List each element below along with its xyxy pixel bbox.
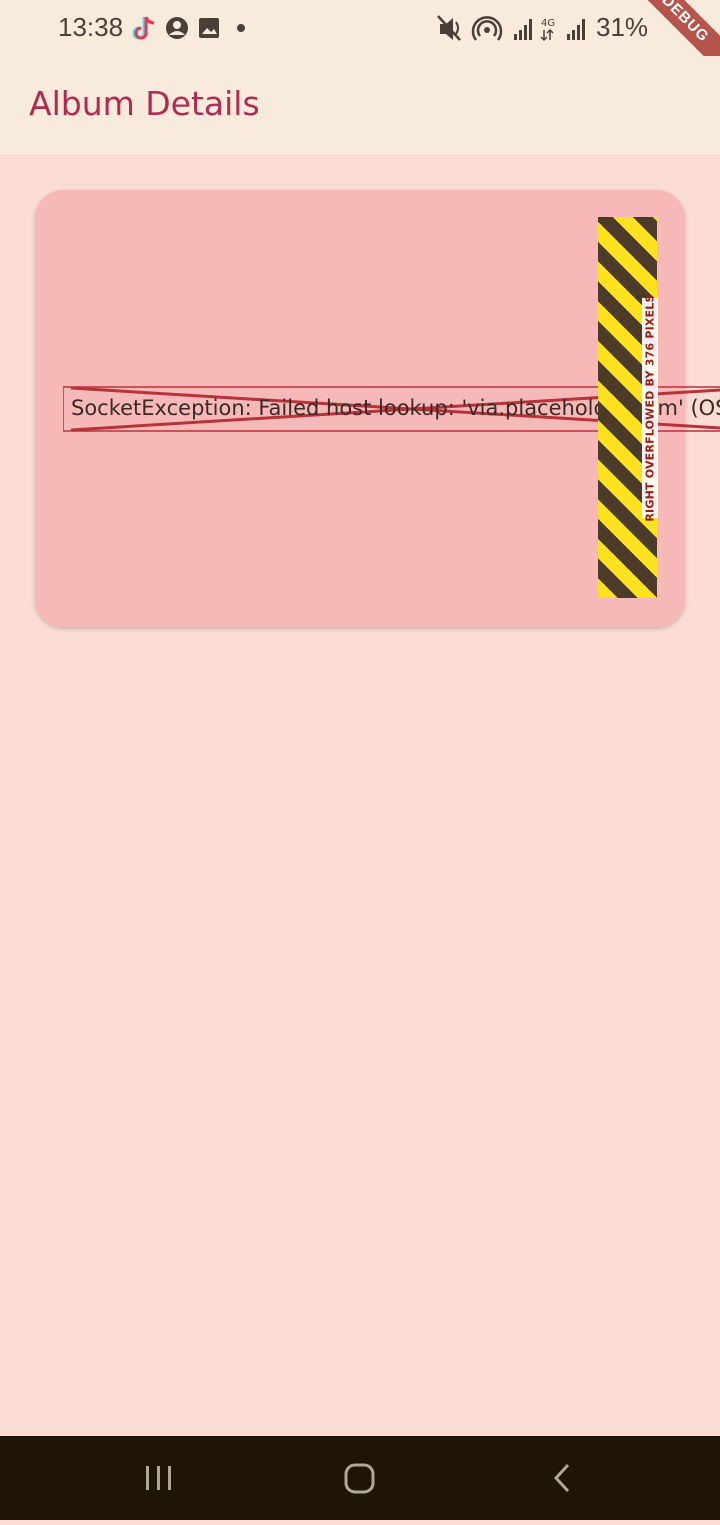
- signal-icon: [567, 19, 585, 40]
- navigation-bar: [0, 1436, 720, 1520]
- recent-apps-icon[interactable]: [130, 1448, 190, 1508]
- home-icon[interactable]: [330, 1448, 390, 1508]
- status-time: 13:38: [58, 12, 124, 42]
- 4g-icon: 4G: [540, 18, 555, 42]
- album-card: SocketException: Failed host lookup: 'vi…: [35, 190, 720, 627]
- account-circle-icon: [166, 17, 188, 39]
- page-title: Album Details: [29, 84, 260, 123]
- svg-text:4G: 4G: [541, 18, 555, 29]
- dot-icon: [237, 24, 245, 32]
- overflow-label: RIGHT OVERFLOWED BY 376 PIXELS: [643, 294, 657, 522]
- tiktok-icon: [132, 16, 155, 40]
- signal-icon: [514, 19, 532, 40]
- status-bar: 13:38 4G 31%: [0, 0, 720, 56]
- mute-icon: [437, 15, 461, 41]
- status-left-icons: [132, 14, 262, 42]
- app-bar: Album Details: [0, 56, 720, 154]
- image-icon: [199, 18, 219, 38]
- back-icon[interactable]: [530, 1448, 590, 1508]
- hotspot-icon: [471, 16, 503, 41]
- battery-percent: 31%: [596, 12, 649, 42]
- status-right-icons: 4G: [436, 12, 596, 44]
